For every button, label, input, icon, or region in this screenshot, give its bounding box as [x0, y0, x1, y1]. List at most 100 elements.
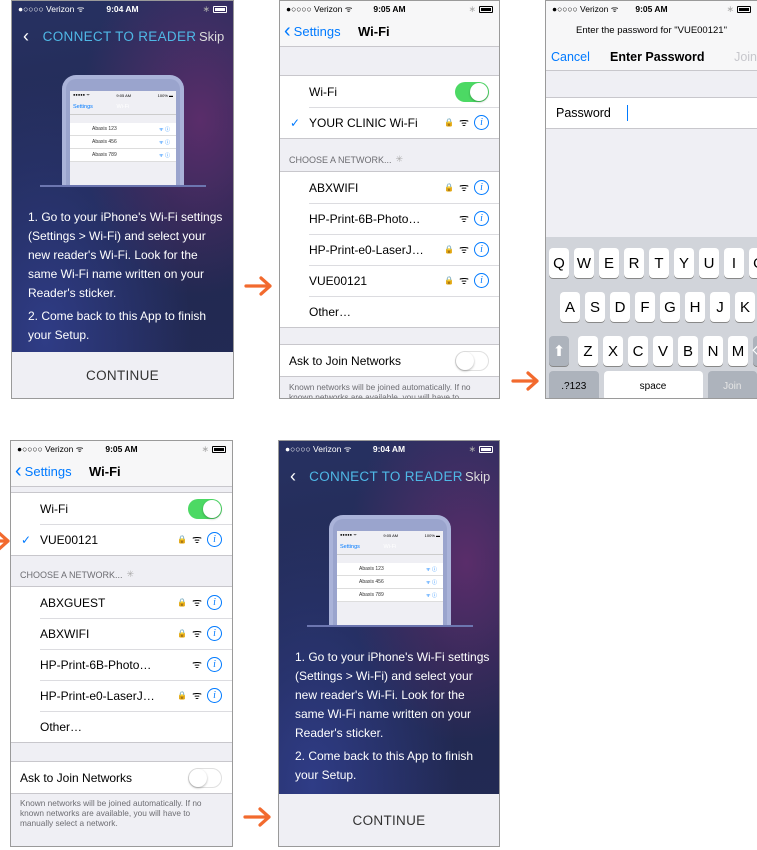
- numbers-key[interactable]: .?123: [549, 371, 599, 398]
- chevron-left-icon[interactable]: ‹: [279, 466, 307, 487]
- chevron-left-icon: ‹: [15, 459, 22, 482]
- section-header: CHOOSE A NETWORK... ✳: [20, 569, 135, 580]
- network-row[interactable]: ABXWIFI 🔒 ᯤ i: [280, 172, 499, 203]
- network-row[interactable]: HP-Print-e0-LaserJ… 🔒 ᯤ i: [11, 680, 232, 711]
- instruction-step-2: 2. Come back to this App to finish your …: [295, 749, 474, 782]
- ask-to-join-toggle[interactable]: [188, 767, 222, 788]
- key-k[interactable]: K: [735, 292, 755, 322]
- instruction-step-2: 2. Come back to this App to finish your …: [28, 309, 207, 342]
- key-b[interactable]: B: [678, 336, 698, 366]
- key-e[interactable]: E: [599, 248, 619, 278]
- wifi-toggle-group: Wi-Fi ✓ YOUR CLINIC Wi-Fi 🔒 ᯤ i: [280, 75, 499, 139]
- network-row[interactable]: ABXWIFI 🔒 ᯤ i: [11, 618, 232, 649]
- key-d[interactable]: D: [610, 292, 630, 322]
- wifi-screen-1: ●○○○○ Verizon ᯤ 9:05 AM ∗ ‹ Settings Wi-F…: [279, 0, 500, 399]
- connected-network-name: YOUR CLINIC Wi-Fi: [309, 115, 418, 130]
- join-button[interactable]: Join: [734, 50, 757, 64]
- key-a[interactable]: A: [560, 292, 580, 322]
- network-row[interactable]: HP-Print-e0-LaserJ… 🔒 ᯤ i: [280, 234, 499, 265]
- key-u[interactable]: U: [699, 248, 719, 278]
- connected-network-row[interactable]: ✓ VUE00121 🔒 ᯤ i: [11, 524, 232, 555]
- other-network-row[interactable]: Other…: [11, 711, 232, 742]
- info-icon[interactable]: i: [207, 657, 222, 672]
- network-row[interactable]: ABXGUEST 🔒 ᯤ i: [11, 587, 232, 618]
- text-cursor: [626, 105, 629, 121]
- info-icon[interactable]: i: [474, 273, 489, 288]
- continue-button[interactable]: CONTINUE: [279, 794, 499, 846]
- info-icon[interactable]: i: [207, 595, 222, 610]
- settings-back-button[interactable]: ‹ Settings: [280, 21, 358, 41]
- illustration-base: [307, 625, 473, 627]
- lock-icon: 🔒: [443, 118, 454, 127]
- skip-button[interactable]: Skip: [199, 29, 233, 44]
- ask-to-join-label: Ask to Join Networks: [289, 353, 402, 368]
- ask-group: Ask to Join Networks: [280, 344, 499, 377]
- keyboard: QWERTYUIOP ASDFGHJKL ⬆ ZXCVBNM ⌫ .?123 s…: [546, 237, 757, 398]
- key-r[interactable]: R: [624, 248, 644, 278]
- wifi-toggle[interactable]: [455, 81, 489, 102]
- key-c[interactable]: C: [628, 336, 648, 366]
- info-icon[interactable]: i: [474, 115, 489, 130]
- network-row[interactable]: VUE00121 🔒 ᯤ i: [280, 265, 499, 296]
- status-bar: ●○○○○ Verizon ᯤ 9:05 AM ∗: [11, 441, 232, 457]
- shift-key[interactable]: ⬆: [549, 336, 569, 366]
- info-icon[interactable]: i: [207, 626, 222, 641]
- key-w[interactable]: W: [574, 248, 594, 278]
- lock-icon: 🔒: [443, 183, 454, 192]
- info-icon[interactable]: i: [207, 688, 222, 703]
- key-i[interactable]: I: [724, 248, 744, 278]
- wifi-toggle[interactable]: [188, 498, 222, 519]
- carrier-label: ●○○○○ Verizon ᯤ: [552, 3, 619, 14]
- connected-network-row[interactable]: ✓ YOUR CLINIC Wi-Fi 🔒 ᯤ i: [280, 107, 499, 138]
- lock-icon: 🔒: [176, 629, 187, 638]
- key-j[interactable]: J: [710, 292, 730, 322]
- chevron-left-icon[interactable]: ‹: [12, 26, 40, 47]
- key-o[interactable]: O: [749, 248, 757, 278]
- bluetooth-icon: ∗: [726, 3, 734, 14]
- other-network-row[interactable]: Other…: [280, 296, 499, 327]
- space-key[interactable]: space: [603, 371, 703, 398]
- network-row[interactable]: HP-Print-6B-Photo… ᯤ i: [11, 649, 232, 680]
- network-row[interactable]: HP-Print-6B-Photo… ᯤ i: [280, 203, 499, 234]
- list-item: Abaxis 789 ᯤ ⓘ: [337, 589, 443, 602]
- key-g[interactable]: G: [660, 292, 680, 322]
- key-x[interactable]: X: [603, 336, 623, 366]
- key-m[interactable]: M: [728, 336, 748, 366]
- ask-to-join-toggle[interactable]: [455, 350, 489, 371]
- wifi-signal-icon: ᯤ: [191, 628, 202, 640]
- page-title: Wi-Fi: [89, 464, 121, 479]
- key-n[interactable]: N: [703, 336, 723, 366]
- info-icon[interactable]: i: [474, 180, 489, 195]
- illustration-base: [40, 185, 206, 187]
- key-h[interactable]: H: [685, 292, 705, 322]
- info-icon[interactable]: i: [207, 532, 222, 547]
- page-title: CONNECT TO READER: [42, 28, 197, 44]
- delete-key[interactable]: ⌫: [752, 336, 757, 366]
- key-s[interactable]: S: [585, 292, 605, 322]
- skip-button[interactable]: Skip: [465, 469, 499, 484]
- key-z[interactable]: Z: [578, 336, 598, 366]
- key-f[interactable]: F: [635, 292, 655, 322]
- info-icon[interactable]: i: [474, 211, 489, 226]
- settings-back-button[interactable]: ‹ Settings: [11, 459, 89, 482]
- wifi-signal-icon: ᯤ: [458, 213, 469, 225]
- key-q[interactable]: Q: [549, 248, 569, 278]
- password-screen: ●○○○○ Verizon ᯤ 9:05 AM ∗ Enter the pass…: [545, 0, 757, 399]
- reader-nav: ‹ CONNECT TO READER Skip: [279, 463, 499, 489]
- phone-illustration: ●●●●● ᯤ 9:05 AM 100% ▬ Settings Wi-Fi Abaxi…: [62, 75, 184, 185]
- cancel-button[interactable]: Cancel: [546, 50, 610, 64]
- info-icon[interactable]: i: [474, 242, 489, 257]
- list-item: Abaxis 123 ᯤ ⓘ: [337, 563, 443, 576]
- arrow-right-icon: [0, 531, 10, 551]
- list-item: Abaxis 123 ᯤ ⓘ: [70, 123, 176, 136]
- arrow-right-icon: [243, 807, 271, 827]
- key-v[interactable]: V: [653, 336, 673, 366]
- wifi-label: Wi-Fi: [40, 501, 68, 516]
- password-field[interactable]: Password: [546, 97, 757, 129]
- continue-button[interactable]: CONTINUE: [12, 352, 233, 398]
- mini-title: Wi-Fi: [383, 543, 397, 550]
- status-bar: ●○○○○ Verizon ᯤ 9:04 AM ∗: [279, 441, 499, 457]
- key-t[interactable]: T: [649, 248, 669, 278]
- join-key[interactable]: Join: [707, 371, 757, 398]
- key-y[interactable]: Y: [674, 248, 694, 278]
